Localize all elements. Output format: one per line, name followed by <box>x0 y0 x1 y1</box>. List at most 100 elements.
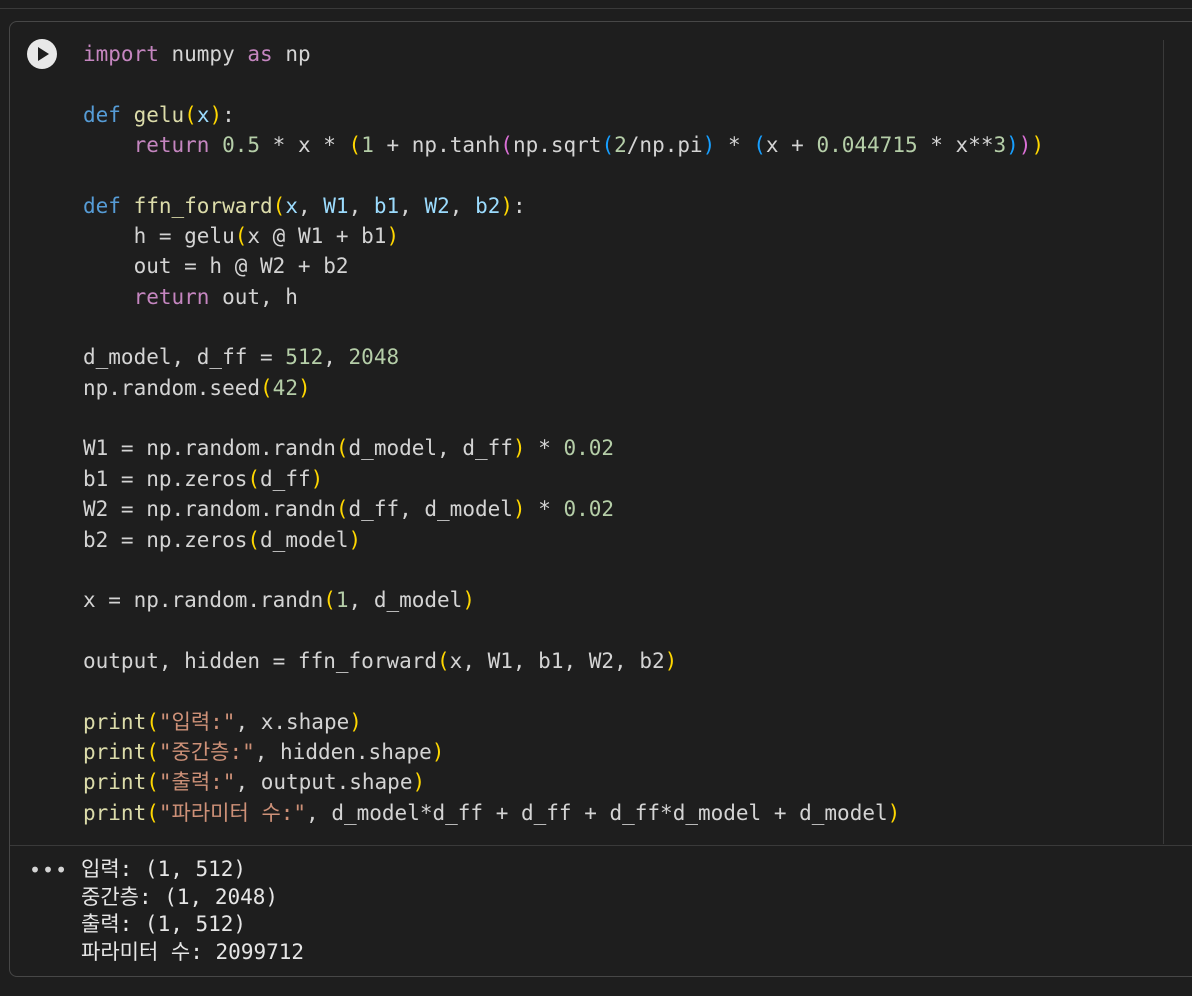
code-editor[interactable]: import numpy as np def gelu(x): return 0… <box>83 39 1044 828</box>
code-token: ( <box>146 770 159 795</box>
output-line: 출력: (1, 512) <box>81 912 247 936</box>
code-token: ( <box>272 193 286 218</box>
code-line[interactable]: out = h @ W2 + b2 <box>83 251 1044 281</box>
code-line[interactable] <box>83 676 1044 706</box>
code-token: b1 <box>373 193 400 218</box>
code-token: import <box>83 42 159 66</box>
code-token: W1 <box>323 193 349 218</box>
code-token: ( <box>753 133 766 158</box>
code-token: ) <box>431 739 445 764</box>
code-line[interactable]: d_model, d_ff = 512, 2048 <box>83 342 1044 372</box>
code-token: output, hidden = ffn_forward <box>83 648 438 673</box>
code-token: ( <box>247 466 261 491</box>
output-divider <box>10 845 1192 846</box>
code-token: , d_model*d_ff + d_ff + d_ff*d_model + d… <box>306 800 888 825</box>
code-line[interactable]: x = np.random.randn(1, d_model) <box>83 585 1044 615</box>
code-token: ( <box>247 527 261 552</box>
code-line[interactable]: h = gelu(x @ W1 + b1) <box>83 221 1044 251</box>
code-token: print <box>83 770 147 795</box>
code-token: 0.02 <box>563 436 615 461</box>
code-line[interactable]: b2 = np.zeros(d_model) <box>83 525 1044 555</box>
code-token: ( <box>234 224 248 249</box>
code-token: np <box>272 42 311 66</box>
code-token: ) <box>209 102 223 127</box>
code-token: print <box>83 739 147 764</box>
code-token: d_model, d_ff <box>348 436 513 461</box>
code-line[interactable]: import numpy as np <box>83 39 1044 69</box>
code-token: : <box>513 193 526 218</box>
code-line[interactable]: print("출력:", output.shape) <box>83 767 1044 797</box>
code-token: "출력:" <box>158 770 236 795</box>
code-token: ) <box>500 193 514 218</box>
code-line[interactable]: W2 = np.random.randn(d_ff, d_model) * 0.… <box>83 494 1044 524</box>
code-line[interactable] <box>83 616 1044 646</box>
code-token: numpy <box>158 42 248 66</box>
code-token: * x** <box>917 133 994 158</box>
code-token: ) <box>386 224 400 249</box>
code-token: 1 <box>335 588 349 613</box>
play-icon <box>38 47 49 61</box>
run-cell-button[interactable] <box>27 39 57 69</box>
code-line[interactable]: def gelu(x): <box>83 100 1044 130</box>
code-token: def <box>83 193 121 218</box>
code-token: * <box>715 133 754 158</box>
code-line[interactable]: return 0.5 * x * (1 + np.tanh(np.sqrt(2/… <box>83 130 1045 160</box>
code-token: "중간층:" <box>158 739 255 764</box>
code-token: ) <box>1018 133 1032 158</box>
code-token: /np.pi <box>626 133 703 158</box>
code-token: ( <box>601 133 615 158</box>
code-line[interactable] <box>83 555 1044 585</box>
code-token: b2 = np.zeros <box>83 527 248 552</box>
code-line[interactable]: np.random.seed(42) <box>83 373 1044 403</box>
code-token: , <box>323 345 349 370</box>
code-line[interactable] <box>83 160 1044 190</box>
code-line[interactable]: return out, h <box>83 282 1044 312</box>
code-line[interactable]: def ffn_forward(x, W1, b1, W2, b2): <box>83 191 1044 221</box>
code-token: gelu <box>133 102 185 127</box>
code-token: , <box>449 193 476 218</box>
editor-scrollbar[interactable] <box>1163 40 1164 844</box>
code-token: ) <box>512 436 526 461</box>
code-token: ( <box>146 739 159 764</box>
code-token: ) <box>664 648 678 673</box>
code-token: x, W1, b1, W2, b2 <box>449 648 665 673</box>
code-token: * x * <box>260 133 349 158</box>
code-token: ) <box>702 133 716 158</box>
code-line[interactable]: output, hidden = ffn_forward(x, W1, b1, … <box>83 646 1044 676</box>
cell-output: 입력: (1, 512) 중간층: (1, 2048) 출력: (1, 512) 파라… <box>81 856 304 966</box>
code-line[interactable]: W1 = np.random.randn(d_model, d_ff) * 0.… <box>83 433 1044 463</box>
code-token: np.random.seed <box>83 375 261 400</box>
code-token: return <box>133 284 210 309</box>
code-line[interactable]: b1 = np.zeros(d_ff) <box>83 464 1044 494</box>
code-token: print <box>83 800 147 825</box>
code-token: : <box>222 102 235 127</box>
code-token: * <box>525 436 564 461</box>
code-token: 42 <box>272 375 298 400</box>
code-token: d_model, d_ff = <box>83 345 286 370</box>
code-line[interactable]: print("입력:", x.shape) <box>83 707 1044 737</box>
output-line: 중간층: (1, 2048) <box>81 884 279 909</box>
code-token: ( <box>335 436 349 461</box>
code-token: out, h <box>209 284 298 309</box>
code-token: ( <box>348 133 362 158</box>
code-line[interactable]: print("파라미터 수:", d_model*d_ff + d_ff + d… <box>83 798 1044 828</box>
output-line: 입력: (1, 512) <box>81 857 247 881</box>
output-more-icon[interactable]: ••• <box>29 858 68 882</box>
code-token: ) <box>412 770 426 795</box>
code-line[interactable] <box>83 312 1044 342</box>
code-line[interactable] <box>83 403 1044 433</box>
code-token: ( <box>323 588 336 613</box>
code-line[interactable]: print("중간층:", hidden.shape) <box>83 737 1044 767</box>
code-token: ( <box>437 648 450 673</box>
code-token: , x.shape <box>235 709 350 734</box>
code-token: x + <box>765 133 817 158</box>
code-token: ) <box>1031 133 1045 158</box>
code-token: , output.shape <box>235 770 413 795</box>
code-token: , <box>399 193 425 218</box>
code-token: "입력:" <box>158 709 236 734</box>
code-line[interactable] <box>83 69 1044 99</box>
code-token: d_ff, d_model <box>348 497 513 522</box>
